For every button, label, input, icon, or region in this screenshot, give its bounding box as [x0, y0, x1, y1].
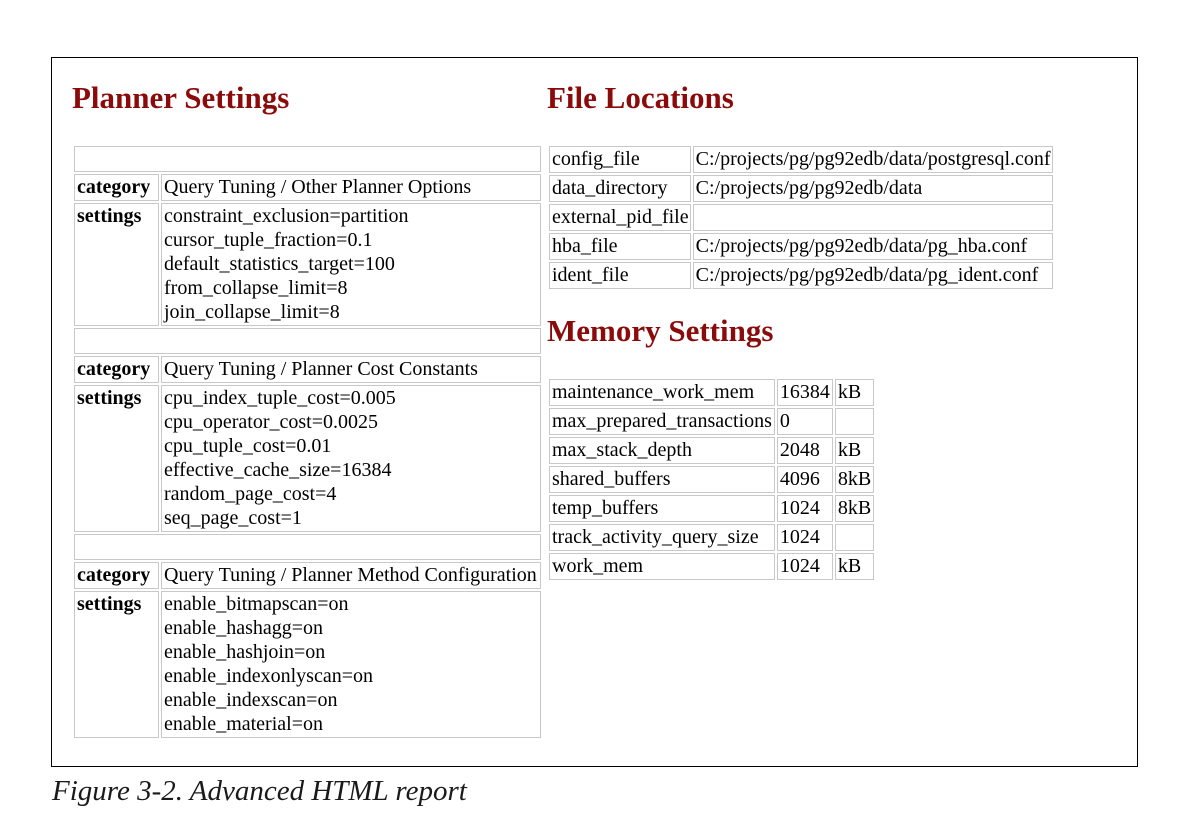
memory-name: track_activity_query_size [549, 524, 775, 551]
settings-label: settings [74, 203, 159, 326]
file-locations-title: File Locations [547, 80, 734, 115]
category-value: Query Tuning / Planner Cost Constants [161, 356, 541, 383]
setting-line: enable_bitmapscan=on [164, 593, 349, 615]
setting-line: cursor_tuple_fraction=0.1 [164, 229, 373, 251]
setting-line: from_collapse_limit=8 [164, 277, 348, 299]
setting-line: cpu_index_tuple_cost=0.005 [164, 387, 396, 409]
memory-value: 1024 [776, 495, 833, 522]
file-name: config_file [549, 146, 691, 173]
settings-row: settings cpu_index_tuple_cost=0.005 cpu_op… [74, 385, 541, 532]
category-row: category Query Tuning / Other Planner Opt… [74, 174, 541, 201]
category-label: category [74, 356, 159, 383]
settings-value: constraint_exclusion=partition cursor_tup… [161, 203, 541, 326]
settings-value: cpu_index_tuple_cost=0.005 cpu_operator_c… [161, 385, 541, 532]
memory-name: temp_buffers [549, 495, 775, 522]
memory-name: work_mem [549, 553, 775, 580]
memory-unit: 8kB [834, 495, 875, 522]
setting-line: join_collapse_limit=8 [164, 301, 340, 323]
settings-row: settings constraint_exclusion=partition cu… [74, 203, 541, 326]
planner-settings-table: category Query Tuning / Other Planner Opt… [72, 144, 543, 740]
memory-unit [834, 408, 875, 435]
file-name: ident_file [549, 262, 691, 289]
memory-value: 2048 [776, 437, 833, 464]
settings-label: settings [74, 385, 159, 532]
memory-settings-table: maintenance_work_mem 16384 kB max_prepared_… [547, 377, 876, 582]
memory-row: max_prepared_transactions 0 [549, 408, 875, 435]
file-row: config_file C:/projects/pg/pg92edb/data/p… [549, 146, 1053, 173]
memory-unit: 8kB [834, 466, 875, 493]
memory-row: max_stack_depth 2048 kB [549, 437, 875, 464]
file-row: external_pid_file [549, 204, 1053, 231]
settings-row: settings enable_bitmapscan=on enable_hasha… [74, 591, 541, 738]
file-path: C:/projects/pg/pg92edb/data/postgresql.c… [692, 146, 1053, 173]
category-row: category Query Tuning / Planner Method Co… [74, 562, 541, 589]
memory-name: shared_buffers [549, 466, 775, 493]
memory-row: track_activity_query_size 1024 [549, 524, 875, 551]
category-label: category [74, 562, 159, 589]
setting-line: enable_indexonlyscan=on [164, 665, 373, 687]
memory-row: maintenance_work_mem 16384 kB [549, 379, 875, 406]
figure-caption: Figure 3-2. Advanced HTML report [52, 775, 467, 807]
right-column: File Locations config_file C:/projects/pg… [547, 80, 1127, 580]
memory-unit: kB [834, 379, 875, 406]
memory-value: 16384 [776, 379, 833, 406]
file-name: data_directory [549, 175, 691, 202]
setting-line: enable_hashagg=on [164, 617, 324, 639]
memory-settings-title: Memory Settings [547, 313, 774, 348]
setting-line: enable_material=on [164, 713, 323, 735]
memory-unit [834, 524, 875, 551]
setting-line: random_page_cost=4 [164, 483, 337, 505]
category-value: Query Tuning / Other Planner Options [161, 174, 541, 201]
file-row: data_directory C:/projects/pg/pg92edb/dat… [549, 175, 1053, 202]
category-label: category [74, 174, 159, 201]
category-row: category Query Tuning / Planner Cost Cons… [74, 356, 541, 383]
file-path: C:/projects/pg/pg92edb/data/pg_ident.con… [692, 262, 1053, 289]
memory-unit: kB [834, 553, 875, 580]
report-screenshot-frame: Planner Settings category Query Tuning / … [51, 57, 1138, 767]
memory-row: temp_buffers 1024 8kB [549, 495, 875, 522]
spacer-row [74, 534, 541, 560]
spacer-cell [74, 146, 541, 172]
file-row: hba_file C:/projects/pg/pg92edb/data/pg_h… [549, 233, 1053, 260]
setting-line: cpu_tuple_cost=0.01 [164, 435, 332, 457]
file-name: hba_file [549, 233, 691, 260]
setting-line: enable_indexscan=on [164, 689, 338, 711]
file-name: external_pid_file [549, 204, 691, 231]
file-path: C:/projects/pg/pg92edb/data [692, 175, 1053, 202]
setting-line: constraint_exclusion=partition [164, 205, 409, 227]
memory-name: maintenance_work_mem [549, 379, 775, 406]
spacer-cell [74, 328, 541, 354]
category-value: Query Tuning / Planner Method Configurat… [161, 562, 541, 589]
spacer-row [74, 146, 541, 172]
memory-name: max_stack_depth [549, 437, 775, 464]
memory-value: 1024 [776, 524, 833, 551]
setting-line: enable_hashjoin=on [164, 641, 326, 663]
memory-value: 1024 [776, 553, 833, 580]
file-locations-table: config_file C:/projects/pg/pg92edb/data/p… [547, 144, 1055, 291]
setting-line: seq_page_cost=1 [164, 507, 302, 529]
file-row: ident_file C:/projects/pg/pg92edb/data/pg… [549, 262, 1053, 289]
planner-section: Planner Settings category Query Tuning / … [72, 80, 543, 738]
file-path: C:/projects/pg/pg92edb/data/pg_hba.conf [692, 233, 1053, 260]
memory-row: shared_buffers 4096 8kB [549, 466, 875, 493]
memory-unit: kB [834, 437, 875, 464]
memory-value: 0 [776, 408, 833, 435]
memory-row: work_mem 1024 kB [549, 553, 875, 580]
spacer-cell [74, 534, 541, 560]
settings-value: enable_bitmapscan=on enable_hashagg=on ena… [161, 591, 541, 738]
setting-line: effective_cache_size=16384 [164, 459, 392, 481]
settings-label: settings [74, 591, 159, 738]
memory-name: max_prepared_transactions [549, 408, 775, 435]
memory-value: 4096 [776, 466, 833, 493]
setting-line: cpu_operator_cost=0.0025 [164, 411, 379, 433]
planner-settings-title: Planner Settings [72, 80, 290, 115]
setting-line: default_statistics_target=100 [164, 253, 395, 275]
file-path [692, 204, 1053, 231]
spacer-row [74, 328, 541, 354]
